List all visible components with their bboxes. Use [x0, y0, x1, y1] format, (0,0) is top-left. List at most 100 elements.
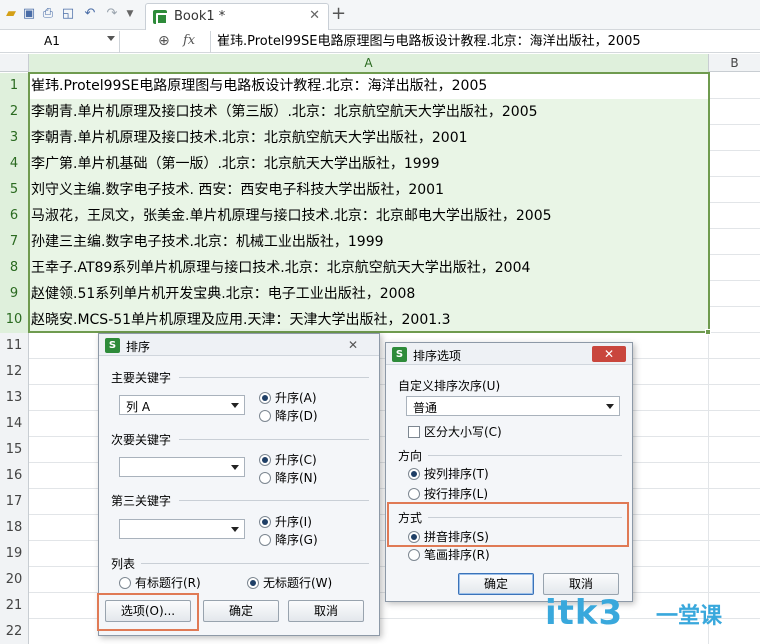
- cell-a[interactable]: 赵健领.51系列单片机开发宝典.北京：电子工业出版社，2008: [29, 281, 709, 307]
- cell-a[interactable]: 孙建三主编.数字电子技术.北京：机械工业出版社，1999: [29, 229, 709, 255]
- pinyin-sort-radio[interactable]: 拼音排序(S): [408, 528, 489, 545]
- primary-asc-radio[interactable]: 升序(A): [259, 389, 317, 406]
- row-header[interactable]: 7: [0, 229, 29, 255]
- cell-b[interactable]: [709, 229, 760, 255]
- cell-b[interactable]: [709, 125, 760, 151]
- new-tab-button[interactable]: +: [331, 3, 346, 24]
- close-icon[interactable]: ✕: [333, 337, 373, 353]
- table-row: 5 刘守义主编.数字电子技术. 西安：西安电子科技大学出版社，2001: [0, 177, 760, 203]
- undo-icon[interactable]: ↶: [82, 6, 98, 22]
- column-header-b[interactable]: B: [709, 54, 760, 72]
- cell-b[interactable]: [709, 307, 760, 333]
- row-header[interactable]: 2: [0, 99, 29, 125]
- row-header[interactable]: 20: [0, 567, 29, 593]
- sort-by-column-radio[interactable]: 按列排序(T): [408, 465, 489, 482]
- row-header[interactable]: 21: [0, 593, 29, 619]
- secondary-asc-radio[interactable]: 升序(C): [259, 451, 317, 468]
- fill-handle[interactable]: [705, 329, 711, 335]
- row-header[interactable]: 19: [0, 541, 29, 567]
- function-icon[interactable]: fx: [183, 33, 195, 48]
- cell-b[interactable]: [709, 281, 760, 307]
- toolbar-dropdown-icon[interactable]: ▼: [122, 6, 138, 22]
- third-key-select[interactable]: [119, 519, 245, 539]
- chevron-down-icon[interactable]: [107, 36, 115, 41]
- secondary-key-select[interactable]: [119, 457, 245, 477]
- select-all-corner[interactable]: [0, 54, 29, 72]
- row-header[interactable]: 22: [0, 619, 29, 644]
- row-header[interactable]: 9: [0, 281, 29, 307]
- row-header[interactable]: 17: [0, 489, 29, 515]
- row-header[interactable]: 11: [0, 333, 29, 359]
- print-preview-icon[interactable]: ◱: [60, 6, 76, 22]
- redo-icon[interactable]: ↷: [104, 6, 120, 22]
- row-header[interactable]: 12: [0, 359, 29, 385]
- row-header[interactable]: 6: [0, 203, 29, 229]
- cell-a[interactable]: 王幸子.AT89系列单片机原理与接口技术.北京：北京航空航天大学出版社，2004: [29, 255, 709, 281]
- print-icon[interactable]: ⎙: [40, 6, 56, 22]
- cell-b[interactable]: [709, 385, 760, 411]
- sort-by-row-radio[interactable]: 按行排序(L): [408, 485, 488, 502]
- secondary-desc-radio[interactable]: 降序(N): [259, 469, 317, 486]
- cell-b[interactable]: [709, 99, 760, 125]
- cell-a[interactable]: 李朝青.单片机原理及接口技术.北京：北京航空航天大学出版社，2001: [29, 125, 709, 151]
- third-desc-radio[interactable]: 降序(G): [259, 531, 318, 548]
- cell-b[interactable]: [709, 463, 760, 489]
- row-header[interactable]: 10: [0, 307, 29, 333]
- has-header-radio[interactable]: 有标题行(R): [119, 574, 201, 591]
- primary-key-label: 主要关键字: [111, 371, 172, 385]
- cell-b[interactable]: [709, 567, 760, 593]
- cell-b[interactable]: [709, 177, 760, 203]
- divider: [141, 563, 369, 564]
- cell-b[interactable]: [709, 515, 760, 541]
- save-icon[interactable]: ▣: [21, 6, 37, 22]
- cell-b[interactable]: [709, 437, 760, 463]
- row-header[interactable]: 3: [0, 125, 29, 151]
- row-header[interactable]: 4: [0, 151, 29, 177]
- name-box[interactable]: A1: [0, 31, 120, 53]
- cell-b[interactable]: [709, 203, 760, 229]
- cancel-button[interactable]: 取消: [288, 600, 364, 622]
- row-header[interactable]: 16: [0, 463, 29, 489]
- row-header[interactable]: 5: [0, 177, 29, 203]
- no-header-radio[interactable]: 无标题行(W): [247, 574, 332, 591]
- row-header[interactable]: 14: [0, 411, 29, 437]
- ok-button[interactable]: 确定: [458, 573, 534, 595]
- options-button[interactable]: 选项(O)...: [105, 600, 191, 622]
- cell-a[interactable]: 李朝青.单片机原理及接口技术（第三版）.北京：北京航空航天大学出版社，2005: [29, 99, 709, 125]
- custom-order-select[interactable]: 普通: [406, 396, 620, 416]
- cell-a[interactable]: 崔玮.Protel99SE电路原理图与电路板设计教程.北京：海洋出版社，2005: [29, 73, 709, 99]
- cell-b[interactable]: [709, 151, 760, 177]
- primary-key-select[interactable]: 列 A: [119, 395, 245, 415]
- row-header[interactable]: 1: [0, 73, 29, 99]
- sort-dialog-titlebar: S 排序 ✕: [99, 334, 379, 356]
- close-icon[interactable]: ✕: [592, 346, 626, 362]
- cell-b[interactable]: [709, 255, 760, 281]
- cell-b[interactable]: [709, 411, 760, 437]
- workbook-tab[interactable]: Book1 * ✕: [145, 3, 329, 30]
- cell-a[interactable]: 刘守义主编.数字电子技术. 西安：西安电子科技大学出版社，2001: [29, 177, 709, 203]
- cell-b[interactable]: [709, 359, 760, 385]
- cell-b[interactable]: [709, 489, 760, 515]
- row-header[interactable]: 8: [0, 255, 29, 281]
- cell-a[interactable]: 马淑花，王凤文，张美金.单片机原理与接口技术.北京：北京邮电大学出版社，2005: [29, 203, 709, 229]
- cell-a[interactable]: 赵晓安.MCS-51单片机原理及应用.天津：天津大学出版社，2001.3: [29, 307, 709, 333]
- case-sensitive-checkbox[interactable]: 区分大小写(C): [408, 423, 502, 440]
- stroke-sort-radio[interactable]: 笔画排序(R): [408, 546, 490, 563]
- row-header[interactable]: 18: [0, 515, 29, 541]
- close-tab-icon[interactable]: ✕: [309, 8, 320, 23]
- cell-b[interactable]: [709, 541, 760, 567]
- formula-input[interactable]: 崔玮.Protel99SE电路原理图与电路板设计教程.北京：海洋出版社，2005: [210, 31, 760, 53]
- row-header[interactable]: 13: [0, 385, 29, 411]
- open-icon[interactable]: ▰: [3, 6, 19, 22]
- cancel-button[interactable]: 取消: [543, 573, 619, 595]
- row-header[interactable]: 15: [0, 437, 29, 463]
- cell-b[interactable]: [709, 333, 760, 359]
- primary-desc-radio[interactable]: 降序(D): [259, 407, 318, 424]
- column-header-a[interactable]: A: [29, 54, 709, 72]
- cell-a[interactable]: 李广第.单片机基础（第一版）.北京：北京航天大学出版社，1999: [29, 151, 709, 177]
- sort-options-titlebar: S 排序选项 ✕: [386, 343, 632, 365]
- ok-button[interactable]: 确定: [203, 600, 279, 622]
- cell-b[interactable]: [709, 73, 760, 99]
- third-asc-radio[interactable]: 升序(I): [259, 513, 312, 530]
- zoom-icon[interactable]: ⊕: [158, 33, 170, 49]
